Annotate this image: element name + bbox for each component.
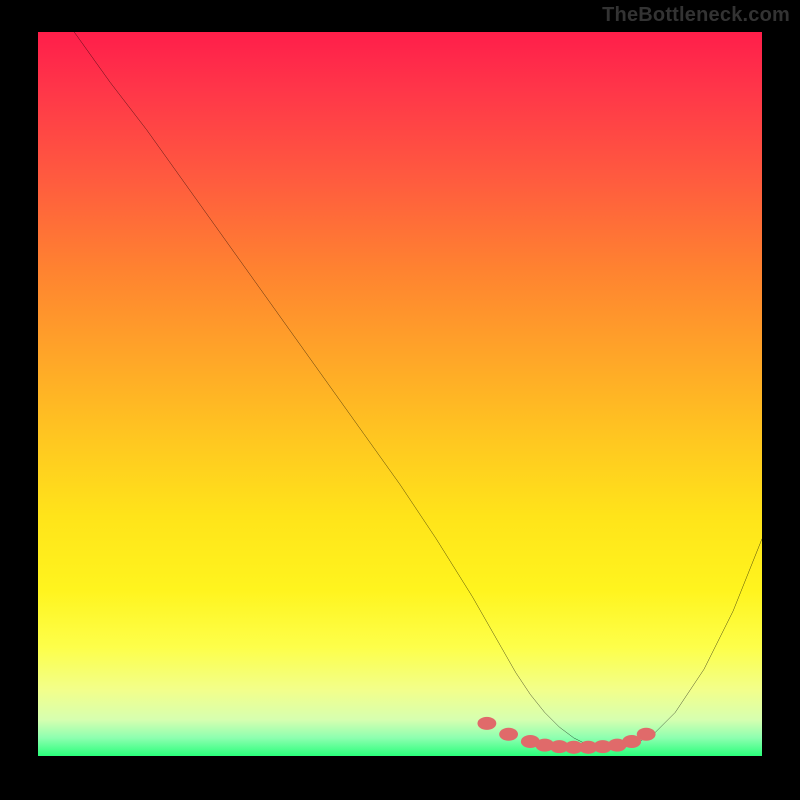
chart-svg bbox=[38, 32, 762, 756]
plot-area bbox=[38, 32, 762, 756]
chart-frame: TheBottleneck.com bbox=[0, 0, 800, 800]
highlight-dot bbox=[637, 728, 656, 741]
curve-path bbox=[74, 32, 762, 749]
highlight-dot bbox=[499, 728, 518, 741]
highlight-dot bbox=[477, 717, 496, 730]
marker-group bbox=[477, 717, 655, 754]
watermark-text: TheBottleneck.com bbox=[602, 4, 790, 27]
